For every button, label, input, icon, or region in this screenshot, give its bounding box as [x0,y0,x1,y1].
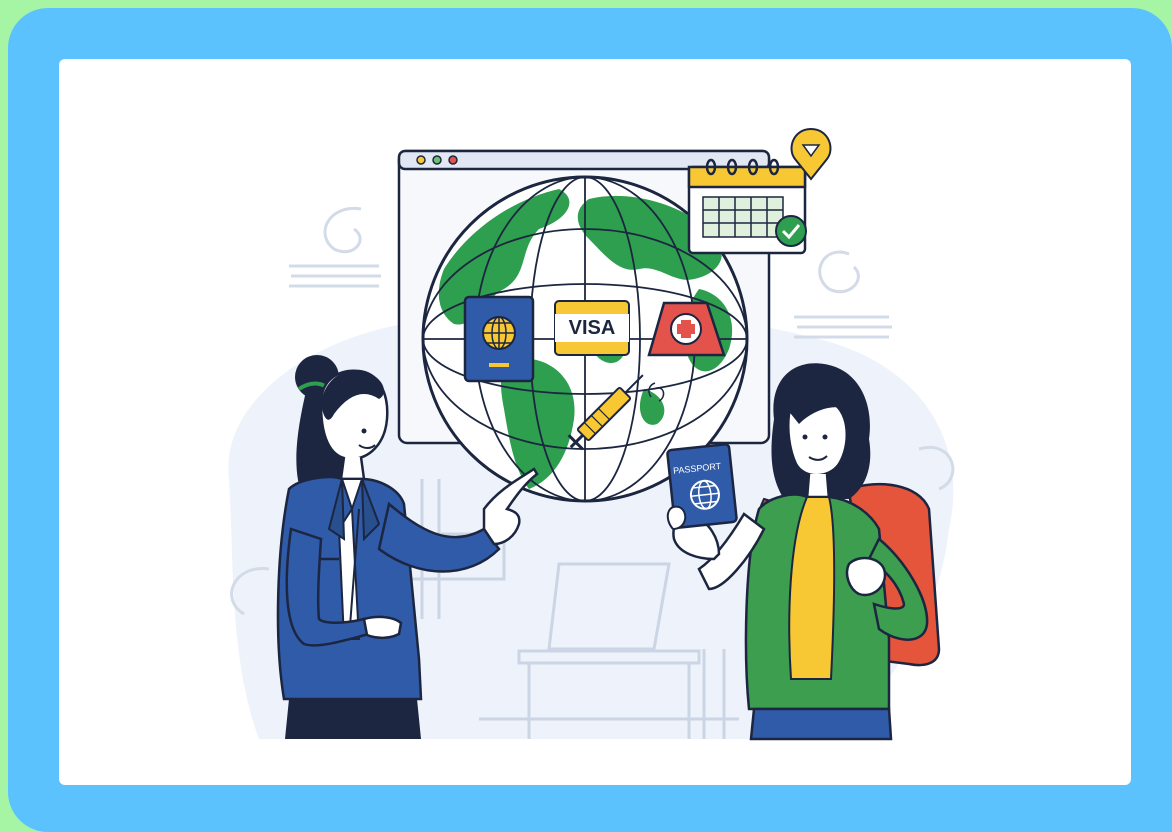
window-dot-green [432,155,442,165]
visa-card-icon: VISA [554,300,630,356]
visa-label: VISA [569,317,616,339]
window-dot-red [448,155,458,165]
passport-icon [463,295,535,383]
window-dot-yellow [416,155,426,165]
travel-requirements-illustration: VISA PASSPORT [228,127,955,741]
illustration-card: VISA PASSPORT [59,59,1131,785]
checkmark-icon [775,215,807,247]
